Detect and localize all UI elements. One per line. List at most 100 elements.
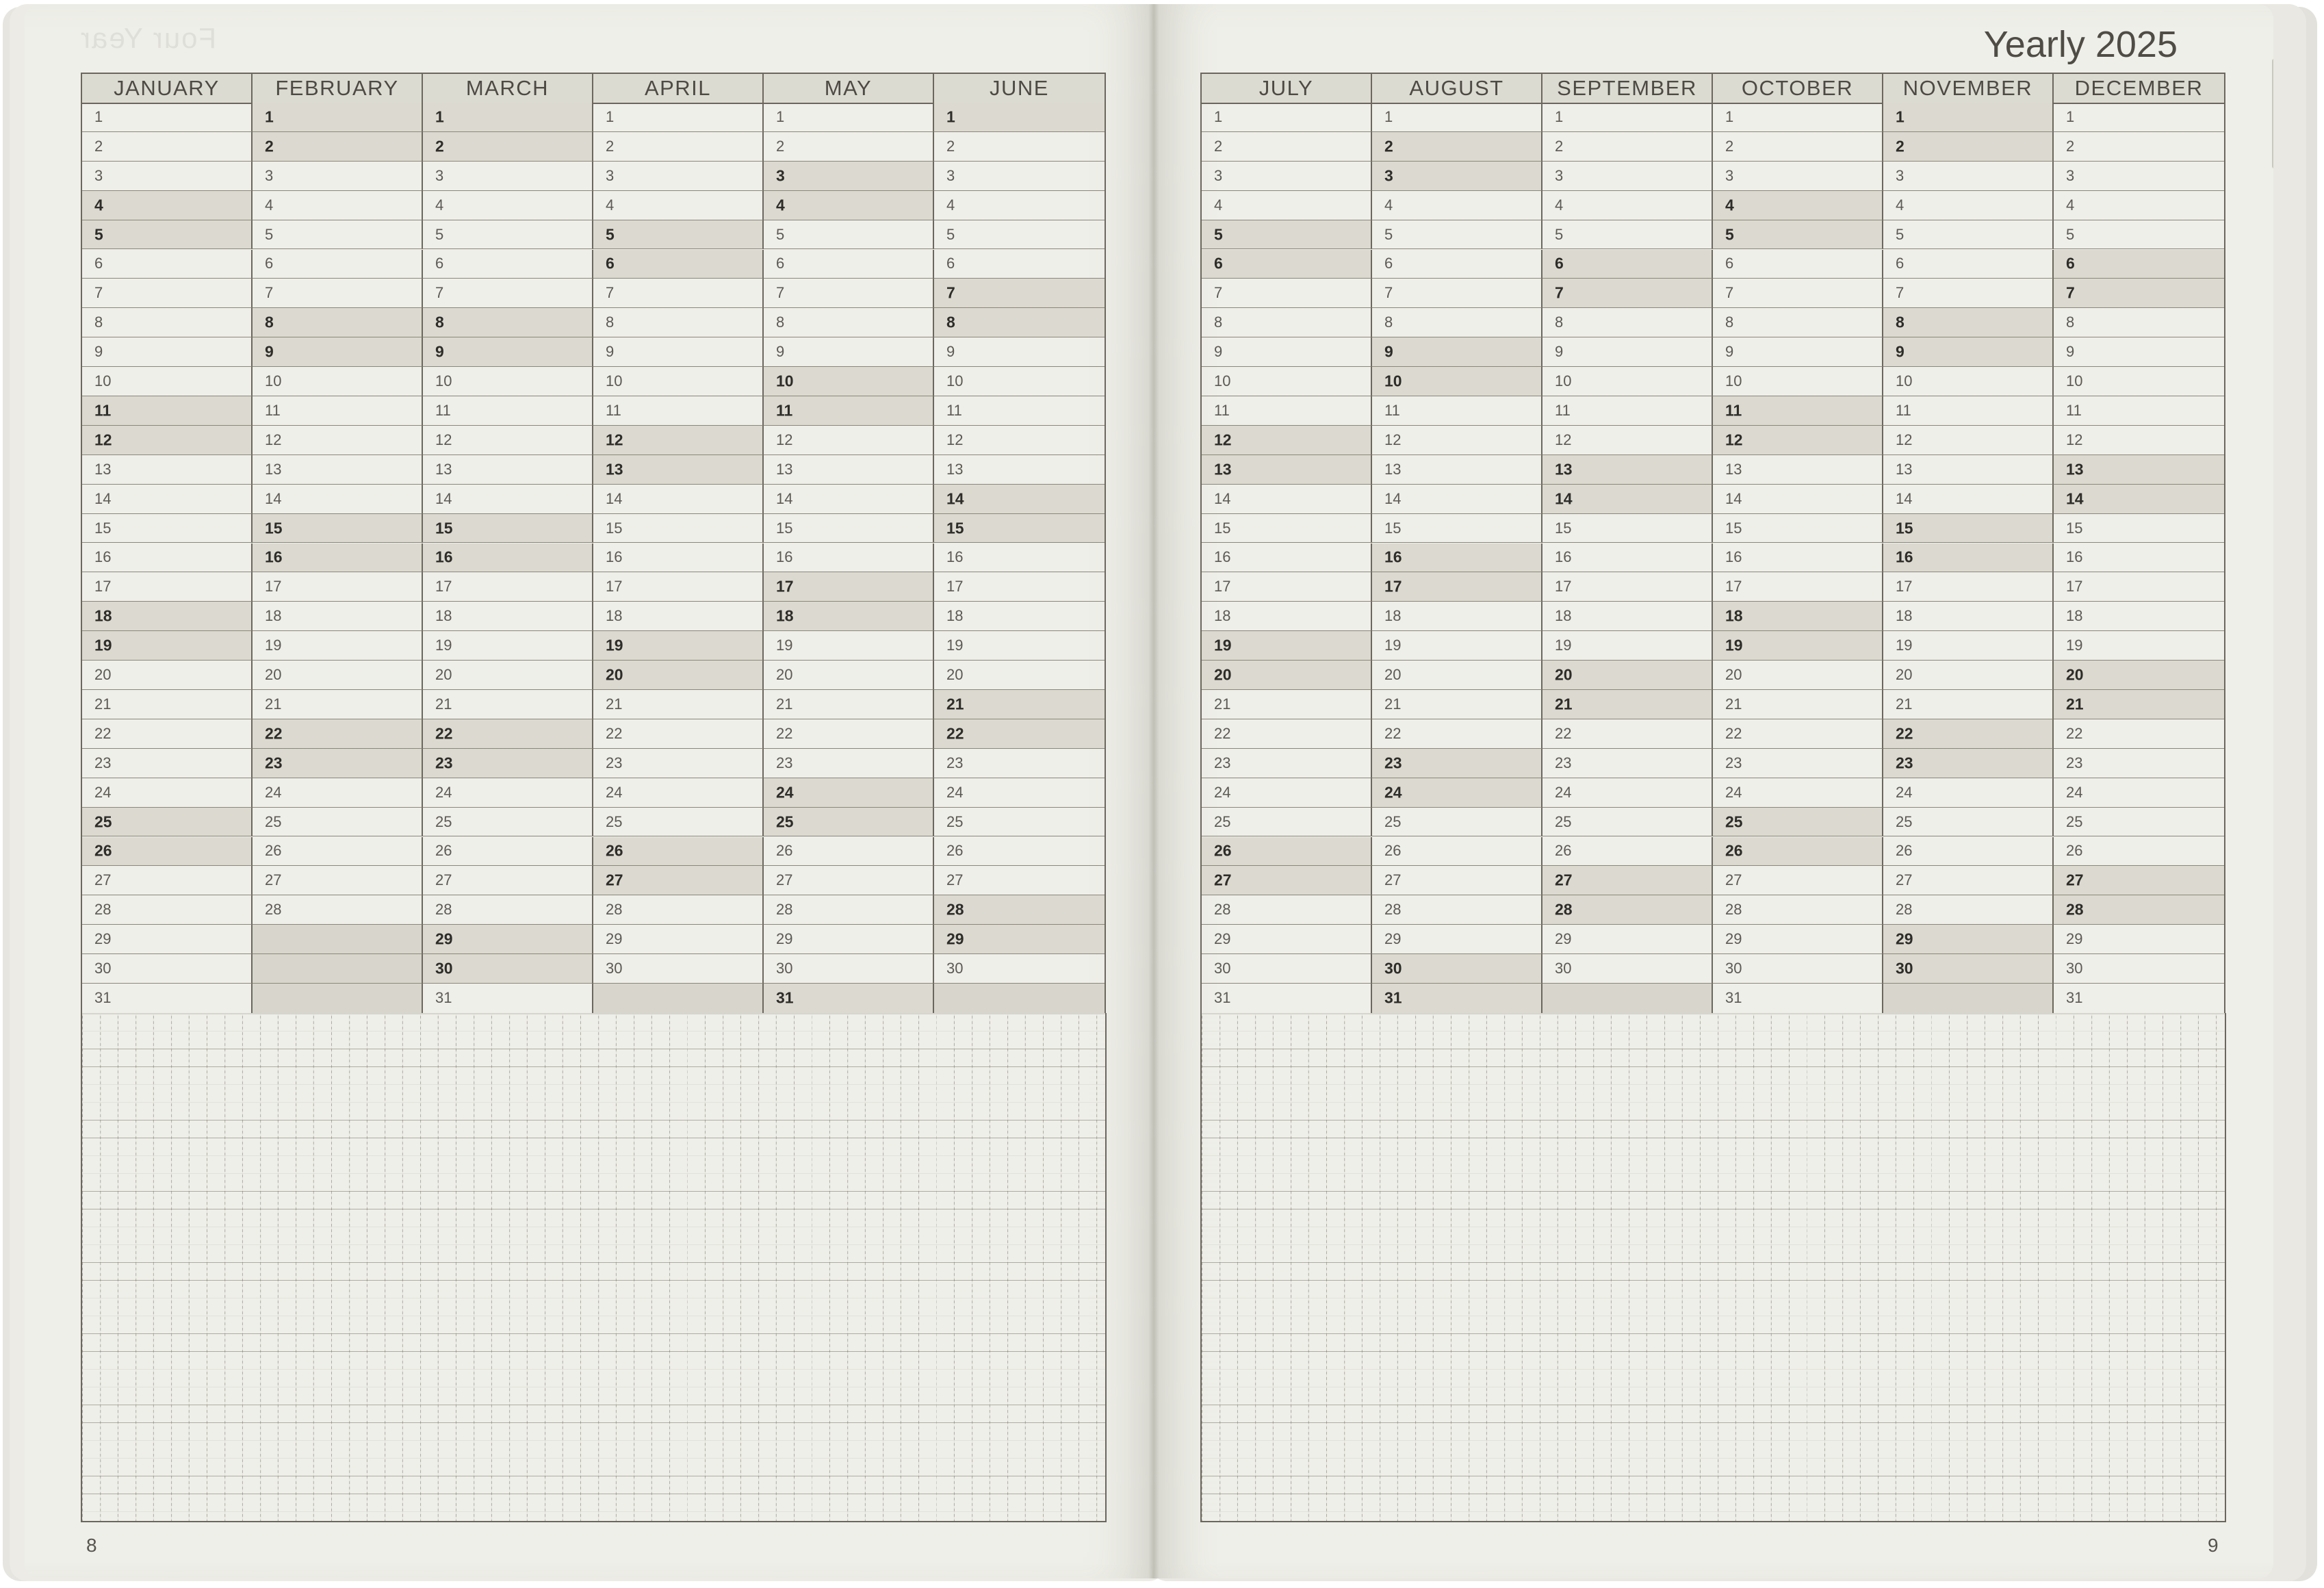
- day-cell[interactable]: 4: [423, 190, 593, 220]
- day-cell[interactable]: 7: [1202, 279, 1372, 309]
- day-cell[interactable]: 25: [1883, 807, 2054, 837]
- day-cell[interactable]: 12: [2054, 426, 2224, 455]
- day-cell[interactable]: 29: [1202, 925, 1372, 955]
- day-cell[interactable]: 30: [82, 954, 253, 984]
- day-cell[interactable]: 23: [2054, 749, 2224, 778]
- day-cell[interactable]: 12: [423, 425, 593, 455]
- day-cell[interactable]: 4: [934, 191, 1105, 220]
- day-cell[interactable]: 26: [1713, 836, 1883, 867]
- day-cell[interactable]: 17: [593, 572, 764, 602]
- day-cell[interactable]: 29: [1713, 925, 1883, 955]
- day-cell[interactable]: 3: [1883, 161, 2054, 191]
- day-cell[interactable]: 4: [82, 190, 253, 220]
- day-cell[interactable]: 2: [593, 131, 764, 162]
- day-cell[interactable]: 13: [2054, 454, 2224, 485]
- day-cell[interactable]: 27: [82, 866, 253, 896]
- day-cell[interactable]: 17: [253, 572, 423, 602]
- day-cell[interactable]: 18: [423, 602, 593, 632]
- day-cell[interactable]: 16: [1372, 543, 1542, 573]
- day-cell[interactable]: 14: [1202, 484, 1372, 514]
- day-cell[interactable]: 1: [2054, 103, 2224, 132]
- day-cell[interactable]: 10: [1542, 367, 1713, 396]
- day-cell[interactable]: 29: [934, 925, 1105, 955]
- day-cell[interactable]: 20: [1883, 661, 2054, 690]
- day-cell[interactable]: 16: [2054, 543, 2224, 573]
- day-cell[interactable]: 5: [764, 220, 934, 250]
- day-cell[interactable]: 19: [2054, 631, 2224, 661]
- day-cell[interactable]: 18: [2054, 602, 2224, 632]
- day-cell[interactable]: 8: [1202, 308, 1372, 338]
- day-cell[interactable]: 1: [1202, 103, 1372, 132]
- day-cell[interactable]: 18: [1883, 602, 2054, 632]
- day-cell[interactable]: 5: [423, 220, 593, 250]
- day-cell[interactable]: 9: [1883, 337, 2054, 368]
- day-cell[interactable]: 25: [82, 807, 253, 837]
- day-cell[interactable]: 6: [593, 249, 764, 279]
- day-cell[interactable]: 13: [593, 454, 764, 485]
- day-cell[interactable]: 16: [423, 543, 593, 573]
- day-cell[interactable]: 8: [1713, 308, 1883, 338]
- day-cell[interactable]: 8: [253, 308, 423, 338]
- day-cell[interactable]: 27: [1202, 866, 1372, 896]
- day-cell[interactable]: 17: [1372, 572, 1542, 602]
- day-cell[interactable]: 15: [2054, 514, 2224, 543]
- day-cell[interactable]: 24: [593, 778, 764, 808]
- day-cell[interactable]: 23: [1372, 748, 1542, 778]
- day-cell[interactable]: 13: [1202, 454, 1372, 485]
- day-cell[interactable]: 12: [253, 425, 423, 455]
- day-cell[interactable]: 8: [593, 308, 764, 338]
- day-cell[interactable]: 23: [1713, 748, 1883, 778]
- day-cell[interactable]: 7: [764, 279, 934, 309]
- day-cell[interactable]: 14: [593, 484, 764, 514]
- day-cell[interactable]: 12: [593, 425, 764, 455]
- day-cell[interactable]: 19: [764, 631, 934, 661]
- day-cell[interactable]: 20: [1542, 661, 1713, 690]
- day-cell[interactable]: 4: [1713, 190, 1883, 220]
- day-cell[interactable]: 21: [1542, 690, 1713, 719]
- day-cell[interactable]: 16: [253, 543, 423, 573]
- day-cell[interactable]: 24: [934, 778, 1105, 808]
- day-cell[interactable]: 12: [1713, 425, 1883, 455]
- day-cell[interactable]: 9: [934, 337, 1105, 368]
- day-cell[interactable]: 30: [1883, 954, 2054, 984]
- day-cell[interactable]: 31: [82, 984, 253, 1013]
- day-cell[interactable]: 30: [593, 954, 764, 984]
- day-cell[interactable]: 25: [1713, 807, 1883, 837]
- day-cell[interactable]: 14: [1713, 484, 1883, 514]
- day-cell[interactable]: 24: [1202, 778, 1372, 808]
- day-cell[interactable]: 2: [1713, 131, 1883, 162]
- day-cell[interactable]: 26: [1202, 836, 1372, 867]
- day-cell[interactable]: 17: [1542, 572, 1713, 602]
- day-cell[interactable]: 9: [423, 337, 593, 368]
- day-cell[interactable]: 10: [764, 367, 934, 396]
- day-cell[interactable]: 17: [1713, 572, 1883, 602]
- day-cell[interactable]: 20: [1372, 661, 1542, 690]
- day-cell[interactable]: 26: [2054, 837, 2224, 867]
- day-cell[interactable]: 2: [253, 131, 423, 162]
- day-cell[interactable]: 22: [253, 719, 423, 749]
- day-cell[interactable]: 4: [764, 190, 934, 220]
- day-cell[interactable]: 26: [82, 836, 253, 867]
- day-cell[interactable]: 1: [1713, 103, 1883, 132]
- day-cell[interactable]: 26: [253, 836, 423, 867]
- day-cell[interactable]: 22: [423, 719, 593, 749]
- day-cell[interactable]: 18: [253, 602, 423, 632]
- day-cell[interactable]: 11: [934, 396, 1105, 426]
- day-cell[interactable]: 15: [1372, 513, 1542, 543]
- day-cell[interactable]: 22: [2054, 719, 2224, 749]
- day-cell[interactable]: 15: [1542, 513, 1713, 543]
- day-cell[interactable]: 23: [82, 748, 253, 778]
- day-cell[interactable]: 26: [1883, 836, 2054, 867]
- day-cell[interactable]: 14: [764, 484, 934, 514]
- empty-day-cell[interactable]: [934, 984, 1105, 1013]
- day-cell[interactable]: 18: [593, 602, 764, 632]
- day-cell[interactable]: 15: [253, 513, 423, 543]
- day-cell[interactable]: 21: [1883, 690, 2054, 719]
- day-cell[interactable]: 2: [934, 132, 1105, 162]
- empty-day-cell[interactable]: [253, 984, 423, 1013]
- day-cell[interactable]: 9: [1202, 337, 1372, 368]
- day-cell[interactable]: 29: [593, 925, 764, 955]
- day-cell[interactable]: 7: [423, 279, 593, 309]
- day-cell[interactable]: 23: [253, 748, 423, 778]
- empty-day-cell[interactable]: [1883, 984, 2054, 1013]
